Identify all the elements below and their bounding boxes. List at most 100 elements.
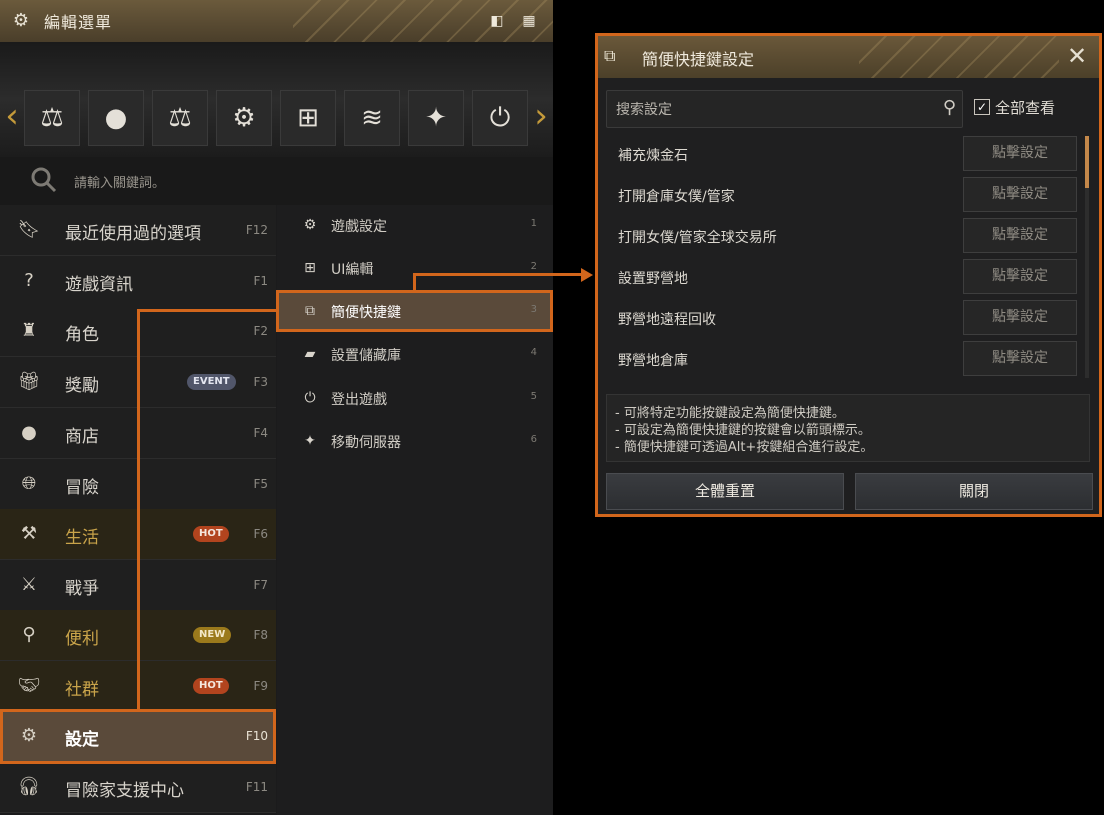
click-set-button[interactable]: 點擊設定 xyxy=(963,259,1077,294)
war-emblem-icon: ⚔ xyxy=(20,574,38,595)
submenu-item-game-settings[interactable]: ⚙ 遊戲設定 1 xyxy=(277,205,553,245)
shortcut-name: 打開倉庫女僕/管家 xyxy=(618,189,735,205)
submenu-item-number: 1 xyxy=(530,218,537,229)
menu-item-label: 冒險家支援中心 xyxy=(65,781,184,801)
shortcut-icon: ⧉ xyxy=(604,46,616,65)
settings-highlight-box xyxy=(0,709,276,764)
click-set-button[interactable]: 點擊設定 xyxy=(963,177,1077,212)
server-move-icon[interactable]: ✦ xyxy=(408,90,464,146)
headset-icon: 🎧︎ xyxy=(17,776,41,797)
view-all-label[interactable]: 全部查看 xyxy=(995,97,1055,118)
shortcut-highlight-box xyxy=(276,290,553,332)
shortcut-name: 野營地遠程回收 xyxy=(618,312,716,328)
menu-item-recent[interactable]: 🔖︎ 最近使用過的選項 F12 xyxy=(0,205,276,256)
window-mode-icon[interactable]: ◧ xyxy=(487,11,507,31)
lifeskill-icon[interactable]: ≋ xyxy=(344,90,400,146)
menu-header: ⚙ 編輯選單 ◧ ▦ xyxy=(0,0,553,43)
gear-icon: ⚙ xyxy=(12,10,30,31)
click-set-button[interactable]: 點擊設定 xyxy=(963,341,1077,376)
menu-item-key: F9 xyxy=(253,679,268,693)
list-item: 野營地倉庫 點擊設定 xyxy=(606,339,1080,380)
connector-line xyxy=(413,273,583,276)
submenu-item-label: UI編輯 xyxy=(331,262,374,278)
shortcut-name: 補充煉金石 xyxy=(618,148,688,164)
menu-item-key: F2 xyxy=(253,324,268,338)
click-set-button[interactable]: 點擊設定 xyxy=(963,300,1077,335)
menu-search-input[interactable]: 請輸入關鍵詞。 xyxy=(74,172,165,191)
menu-item-key: F5 xyxy=(253,477,268,491)
connector-line xyxy=(137,309,140,711)
search-icon[interactable]: ⚲ xyxy=(943,97,956,118)
help-notes: - 可將特定功能按鍵設定為簡便快捷鍵。 - 可設定為簡便快捷鍵的按鍵會以箭頭標示… xyxy=(606,394,1090,462)
list-item: 設置野營地 點擊設定 xyxy=(606,257,1080,298)
list-item: 野營地遠程回收 點擊設定 xyxy=(606,298,1080,339)
helmet-icon: ♜ xyxy=(20,320,38,341)
shortcut-name: 打開女僕/管家全球交易所 xyxy=(618,230,777,246)
menu-item-key: F7 xyxy=(253,578,268,592)
menu-item-game-info[interactable]: ? 遊戲資訊 F1 xyxy=(0,256,276,307)
search-placeholder: 搜索設定 xyxy=(616,102,672,118)
list-item: 打開倉庫女僕/管家 點擊設定 xyxy=(606,175,1080,216)
menu-item-label: 生活 xyxy=(65,528,99,548)
scale-book-icon[interactable]: ⚖ xyxy=(24,90,80,146)
shop-icon: ● xyxy=(21,422,37,443)
submenu-item-label: 登出遊戲 xyxy=(331,392,387,408)
menu-item-label: 獎勵 xyxy=(65,376,99,396)
shortcut-settings-dialog: ⧉ 簡便快捷鍵設定 ✕ 搜索設定 ⚲ ✓ 全部查看 補充煉金石 點擊設定 打開倉… xyxy=(595,33,1102,517)
chevron-left-icon[interactable]: ‹ xyxy=(2,96,22,136)
server-move-icon: ✦ xyxy=(304,433,316,449)
view-all-checkbox[interactable]: ✓ xyxy=(974,99,990,115)
grid-view-icon[interactable]: ▦ xyxy=(519,11,539,31)
menu-item-label: 社群 xyxy=(65,680,99,700)
submenu-item-logout[interactable]: ⏻ 登出遊戲 5 xyxy=(277,378,553,418)
shop-bag-icon[interactable]: ● xyxy=(88,90,144,146)
close-icon[interactable]: ✕ xyxy=(1065,42,1089,70)
menu-item-key: F3 xyxy=(253,375,268,389)
gift-icon: 🎁︎ xyxy=(17,371,41,392)
submenu-item-number: 2 xyxy=(530,261,537,272)
event-badge: EVENT xyxy=(187,374,236,390)
menu-item-label: 戰爭 xyxy=(65,579,99,599)
reset-all-button[interactable]: 全體重置 xyxy=(606,473,844,510)
dialog-title: 簡便快捷鍵設定 xyxy=(642,50,755,69)
gear-icon[interactable]: ⚙ xyxy=(216,90,272,146)
shortcut-list: 補充煉金石 點擊設定 打開倉庫女僕/管家 點擊設定 打開女僕/管家全球交易所 點… xyxy=(606,134,1090,382)
power-icon[interactable]: ⏻ xyxy=(472,90,528,146)
click-set-button[interactable]: 點擊設定 xyxy=(963,218,1077,253)
search-icon xyxy=(30,166,60,196)
note-line: - 簡便快捷鍵可透過Alt+按鍵組合進行設定。 xyxy=(615,440,874,455)
ui-edit-icon[interactable]: ⊞ xyxy=(280,90,336,146)
close-button[interactable]: 關閉 xyxy=(855,473,1093,510)
menu-item-key: F1 xyxy=(253,274,268,288)
submenu-item-server-move[interactable]: ✦ 移動伺服器 6 xyxy=(277,421,553,461)
new-badge: NEW xyxy=(193,627,232,643)
click-set-button[interactable]: 點擊設定 xyxy=(963,136,1077,171)
menu-item-key: F12 xyxy=(245,223,268,237)
hot-badge: HOT xyxy=(193,526,229,542)
menu-item-support[interactable]: 🎧︎ 冒險家支援中心 F11 xyxy=(0,762,276,813)
shortcut-name: 野營地倉庫 xyxy=(618,353,688,369)
bookmark-icon: 🔖︎ xyxy=(17,219,41,240)
folder-icon: ▰ xyxy=(304,346,316,362)
menu-title: 編輯選單 xyxy=(44,13,113,32)
submenu-item-storage[interactable]: ▰ 設置儲藏庫 4 xyxy=(277,334,553,374)
dialog-header: ⧉ 簡便快捷鍵設定 ✕ xyxy=(598,36,1099,78)
globe-icon: 🌐︎ xyxy=(21,473,37,494)
pickaxe-icon: ⚒ xyxy=(20,523,38,544)
menu-item-key: F8 xyxy=(253,628,268,642)
header-decoration xyxy=(859,36,1059,78)
menu-item-key: F11 xyxy=(245,780,268,794)
handshake-icon: 🤝︎ xyxy=(17,675,41,696)
submenu-item-number: 4 xyxy=(530,347,537,358)
dialog-search-input[interactable]: 搜索設定 ⚲ xyxy=(606,90,963,128)
scale-icon[interactable]: ⚖ xyxy=(152,90,208,146)
list-item: 補充煉金石 點擊設定 xyxy=(606,134,1080,175)
scrollbar-thumb[interactable] xyxy=(1085,136,1089,188)
submenu-item-label: 設置儲藏庫 xyxy=(331,348,401,364)
power-icon: ⏻ xyxy=(304,390,316,406)
submenu-item-number: 6 xyxy=(530,434,537,445)
gear-icon: ⚙ xyxy=(303,217,317,233)
chevron-right-icon[interactable]: › xyxy=(531,96,551,136)
question-icon: ? xyxy=(24,270,34,291)
menu-item-label: 商店 xyxy=(65,427,99,447)
